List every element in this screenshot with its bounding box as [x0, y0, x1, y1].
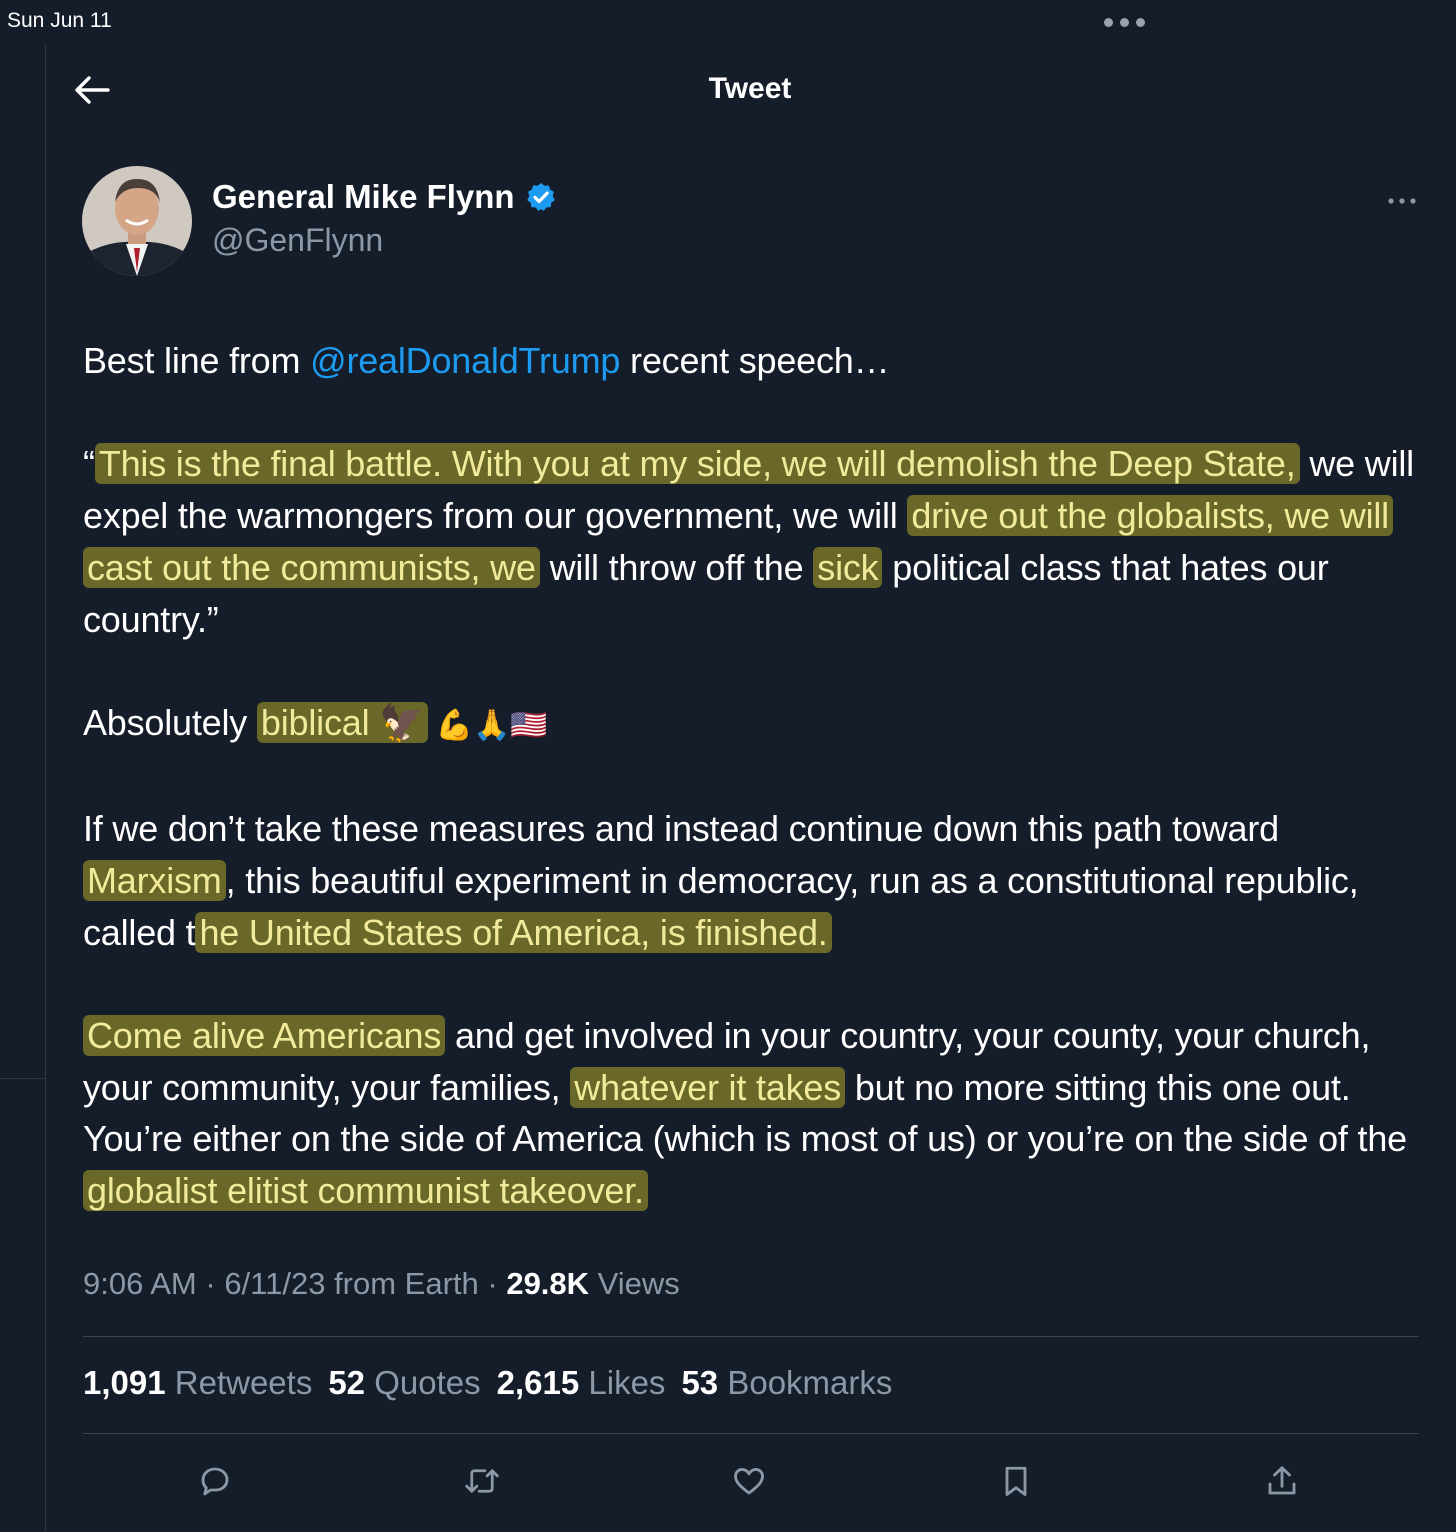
text-span: Absolutely [83, 701, 257, 743]
avatar[interactable] [82, 166, 192, 276]
divider [83, 1433, 1419, 1434]
retweets-count: 1,091 [83, 1364, 166, 1401]
engagement-stats: 1,091 Retweets 52 Quotes 2,615 Likes 53 … [83, 1364, 892, 1402]
status-time: Sun Jun 11 [7, 9, 112, 32]
tweet-paragraph-quote: “This is the final battle. With you at m… [83, 438, 1433, 645]
text-span: recent speech… [620, 340, 890, 381]
page-title: Tweet [708, 72, 792, 105]
quotes-count: 52 [328, 1364, 366, 1401]
action-bar [83, 1456, 1419, 1506]
multitasking-dots-icon[interactable] [1104, 18, 1145, 27]
bookmarks-stat[interactable]: 53 Bookmarks [681, 1364, 892, 1402]
share-button[interactable] [1257, 1456, 1307, 1506]
quotes-label: Quotes [374, 1364, 481, 1401]
sidebar-divider [0, 1078, 45, 1079]
tweet-paragraph-marxism: If we don’t take these measures and inst… [83, 803, 1433, 958]
mention-link[interactable]: @realDonaldTrump [310, 340, 620, 381]
text-span: If we don’t take these measures and inst… [83, 808, 1279, 850]
highlighted-text: whatever it takes [570, 1066, 846, 1108]
tweet-paragraph-biblical: Absolutely biblical 🦅 💪🙏🇺🇸 [83, 697, 1433, 752]
tweet-time[interactable]: 9:06 AM [83, 1266, 197, 1301]
meta-separator: · [478, 1266, 507, 1301]
left-sidebar [0, 44, 46, 1532]
likes-label: Likes [588, 1364, 666, 1401]
retweet-button[interactable] [457, 1456, 507, 1506]
heart-icon [734, 1468, 764, 1495]
text-span: Best line from [83, 340, 311, 381]
highlighted-text: biblical 🦅 [256, 701, 428, 743]
avatar-image [82, 166, 192, 276]
bookmarks-count: 53 [681, 1364, 719, 1401]
user-handle[interactable]: @GenFlynn [212, 222, 383, 259]
likes-count: 2,615 [496, 1364, 580, 1401]
tweet-text: Best line from @realDonaldTrump recent s… [83, 335, 1433, 1217]
highlighted-text: Marxism [83, 859, 226, 901]
tweet-date-source[interactable]: 6/11/23 from Earth [224, 1266, 478, 1301]
bookmark-button[interactable] [991, 1456, 1041, 1506]
more-options-button[interactable] [1380, 186, 1424, 216]
views-label: Views [589, 1266, 680, 1301]
emoji-text: 💪🙏🇺🇸 [427, 708, 548, 742]
tweet-meta: 9:06 AM · 6/11/23 from Earth · 29.8K Vie… [83, 1266, 680, 1302]
display-name[interactable]: General Mike Flynn [212, 178, 557, 216]
likes-stat[interactable]: 2,615 Likes [497, 1364, 666, 1402]
share-icon [1268, 1466, 1296, 1495]
bookmark-icon [1005, 1466, 1027, 1496]
retweets-stat[interactable]: 1,091 Retweets [83, 1364, 312, 1402]
highlighted-text: he United States of America, is finished… [195, 911, 832, 953]
highlighted-text: sick [813, 546, 883, 588]
text-span: will throw off the [539, 546, 814, 588]
reply-icon [201, 1467, 229, 1496]
highlighted-text: Come alive Americans [83, 1015, 446, 1057]
text-span: “ [83, 443, 95, 485]
bookmarks-label: Bookmarks [727, 1364, 893, 1401]
divider [83, 1336, 1419, 1337]
retweets-label: Retweets [174, 1364, 313, 1401]
author-name: General Mike Flynn [212, 178, 515, 215]
meta-separator: · [196, 1266, 225, 1301]
highlighted-text: This is the final battle. With you at my… [94, 443, 1300, 485]
verified-badge-icon [526, 183, 555, 211]
reply-button[interactable] [190, 1456, 240, 1506]
retweet-icon [465, 1469, 499, 1493]
status-bar: Sun Jun 11 [0, 0, 1456, 44]
highlighted-text: globalist elitist communist takeover. [83, 1170, 648, 1212]
tweet-paragraph-intro: Best line from @realDonaldTrump recent s… [83, 335, 1433, 387]
views-count: 29.8K [506, 1266, 590, 1301]
tweet-paragraph-come-alive: Come alive Americans and get involved in… [83, 1010, 1433, 1217]
like-button[interactable] [724, 1456, 774, 1506]
ellipsis-icon [1388, 198, 1416, 204]
quotes-stat[interactable]: 52 Quotes [328, 1364, 480, 1402]
